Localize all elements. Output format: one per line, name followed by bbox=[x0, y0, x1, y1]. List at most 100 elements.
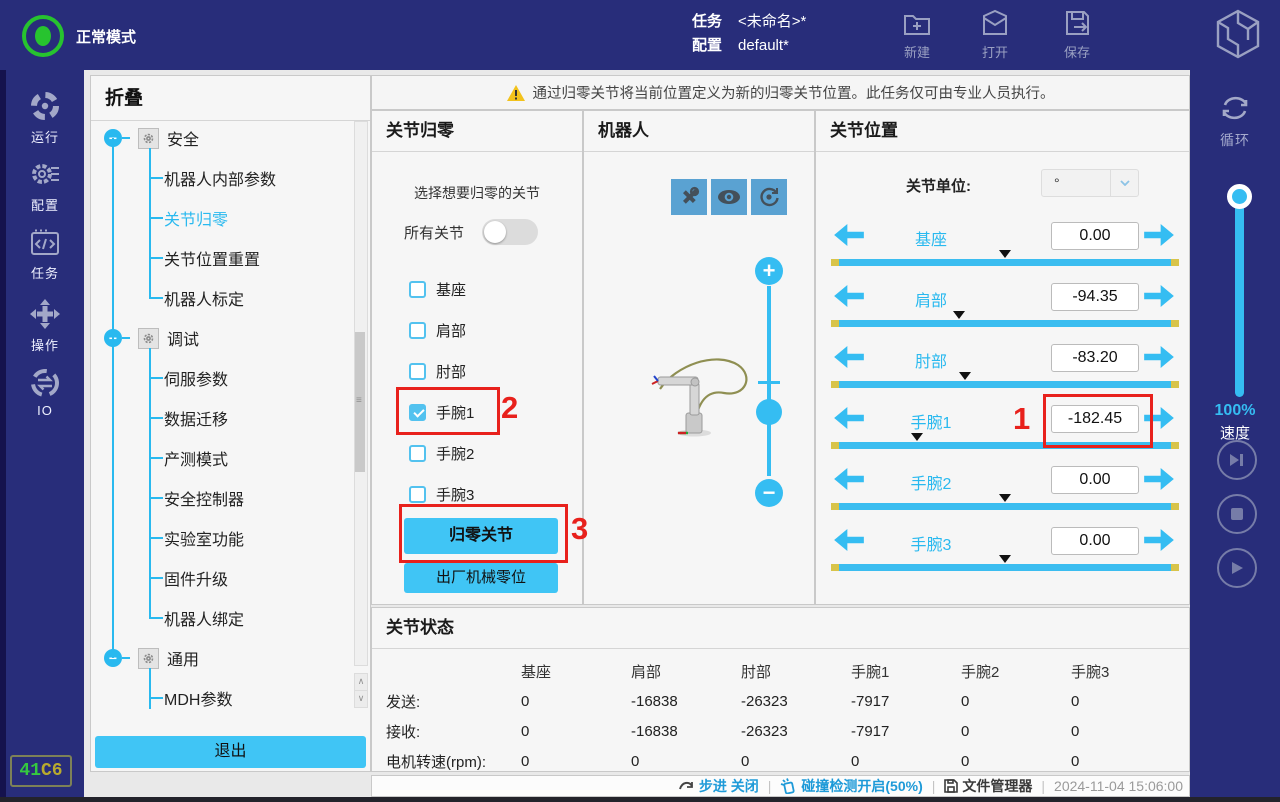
checkbox-unchecked-icon[interactable] bbox=[409, 486, 426, 503]
collapse-header[interactable]: 折叠 bbox=[91, 76, 370, 121]
checkbox-unchecked-icon[interactable] bbox=[409, 322, 426, 339]
joint-slider[interactable] bbox=[831, 259, 1179, 266]
step-mode-item[interactable]: 步进 关闭 bbox=[679, 776, 759, 796]
joint-unit-dropdown[interactable]: ° bbox=[1041, 169, 1139, 197]
tree-scrollbar[interactable] bbox=[354, 121, 368, 666]
zero-joints-button[interactable]: 归零关节 bbox=[404, 518, 558, 554]
speed-slider-handle[interactable] bbox=[1227, 184, 1252, 209]
tree-item-MDH参数[interactable]: MDH参数 bbox=[164, 688, 232, 708]
jog-minus-arrow[interactable] bbox=[834, 224, 864, 248]
tree-item-机器人绑定[interactable]: 机器人绑定 bbox=[164, 608, 244, 628]
joint-name-link[interactable]: 手腕1 bbox=[876, 409, 986, 433]
tree-group-通用[interactable]: − 通用 bbox=[104, 648, 199, 668]
play-button[interactable] bbox=[1217, 548, 1257, 588]
checkbox-checked-icon[interactable] bbox=[409, 404, 426, 421]
joint-checkbox-row-手腕2[interactable]: 手腕2 bbox=[409, 443, 474, 463]
all-joints-toggle[interactable] bbox=[482, 219, 538, 245]
tree-item-关节位置重置[interactable]: 关节位置重置 bbox=[164, 248, 260, 268]
factory-zero-button[interactable]: 出厂机械零位 bbox=[404, 563, 558, 593]
jog-minus-arrow[interactable] bbox=[834, 285, 864, 309]
joint-checkbox-row-肘部[interactable]: 肘部 bbox=[409, 361, 466, 381]
tree-item-固件升级[interactable]: 固件升级 bbox=[164, 568, 228, 588]
joint-value-field[interactable]: 0.00 bbox=[1051, 527, 1139, 555]
joint-slider[interactable] bbox=[831, 564, 1179, 571]
joint-name-link[interactable]: 肘部 bbox=[876, 348, 986, 372]
sidebar-item-run[interactable]: 运行 bbox=[6, 90, 84, 146]
joint-name-link[interactable]: 手腕2 bbox=[876, 470, 986, 494]
zoom-in-button[interactable]: + bbox=[755, 257, 783, 285]
joint-value-field[interactable]: -94.35 bbox=[1051, 283, 1139, 311]
tree-item-数据迁移[interactable]: 数据迁移 bbox=[164, 408, 228, 428]
open-file-icon bbox=[980, 8, 1010, 38]
joint-name-link[interactable]: 肩部 bbox=[876, 287, 986, 311]
robot-visibility-button[interactable] bbox=[711, 179, 747, 215]
tree-item-产测模式[interactable]: 产测模式 bbox=[164, 448, 228, 468]
file-manager-item[interactable]: 文件管理器 bbox=[944, 776, 1032, 796]
zoom-out-button[interactable]: − bbox=[755, 479, 783, 507]
scroll-down-button[interactable]: ∨ bbox=[354, 690, 368, 708]
robot-arm-preview[interactable] bbox=[646, 349, 761, 441]
speed-slider[interactable] bbox=[1235, 192, 1244, 397]
run-icon bbox=[29, 90, 61, 122]
status-column-header: 手腕3 bbox=[1071, 661, 1181, 682]
tree-item-安全控制器[interactable]: 安全控制器 bbox=[164, 488, 244, 508]
stop-button[interactable] bbox=[1217, 494, 1257, 534]
tree-group-安全[interactable]: − 安全 bbox=[104, 128, 199, 148]
jog-plus-arrow[interactable] bbox=[1144, 285, 1174, 309]
joint-slider[interactable] bbox=[831, 503, 1179, 510]
sidebar-item-label: 任务 bbox=[31, 263, 59, 282]
open-button[interactable]: 打开 bbox=[966, 8, 1024, 61]
robot-tools-button[interactable] bbox=[671, 179, 707, 215]
jog-plus-arrow[interactable] bbox=[1144, 468, 1174, 492]
sidebar-item-task[interactable]: 任务 bbox=[6, 228, 84, 282]
loop-icon[interactable] bbox=[1218, 92, 1252, 124]
joint-name-link[interactable]: 基座 bbox=[876, 226, 986, 250]
jog-plus-arrow[interactable] bbox=[1144, 407, 1174, 431]
jog-minus-arrow[interactable] bbox=[834, 529, 864, 553]
device-code-part2: C6 bbox=[41, 761, 63, 781]
jog-minus-arrow[interactable] bbox=[834, 468, 864, 492]
new-button[interactable]: 新建 bbox=[888, 8, 946, 61]
step-next-button[interactable] bbox=[1217, 440, 1257, 480]
joint-value-field[interactable]: -182.45 bbox=[1051, 405, 1139, 433]
joint-name-link[interactable]: 手腕3 bbox=[876, 531, 986, 555]
jog-plus-arrow[interactable] bbox=[1144, 346, 1174, 370]
scroll-up-button[interactable]: ∧ bbox=[354, 673, 368, 691]
sidebar-item-io[interactable]: IO bbox=[6, 368, 84, 418]
jog-plus-arrow[interactable] bbox=[1144, 529, 1174, 553]
joint-value-field[interactable]: 0.00 bbox=[1051, 466, 1139, 494]
tree-item-伺服参数[interactable]: 伺服参数 bbox=[164, 368, 228, 388]
sidebar-item-config[interactable]: 配置 bbox=[6, 158, 84, 214]
jog-minus-arrow[interactable] bbox=[834, 346, 864, 370]
checkbox-unchecked-icon[interactable] bbox=[409, 281, 426, 298]
operate-icon bbox=[29, 298, 61, 330]
tree-item-机器人标定[interactable]: 机器人标定 bbox=[164, 288, 244, 308]
checkbox-unchecked-icon[interactable] bbox=[409, 445, 426, 462]
save-button[interactable]: 保存 bbox=[1048, 8, 1106, 61]
warning-banner: 通过归零关节将当前位置定义为新的归零关节位置。此任务仅可由专业人员执行。 bbox=[371, 75, 1190, 110]
joint-value-field[interactable]: 0.00 bbox=[1051, 222, 1139, 250]
separator: | bbox=[932, 778, 936, 794]
joint-position-title: 关节位置 bbox=[816, 111, 1189, 152]
exit-button[interactable]: 退出 bbox=[95, 736, 366, 768]
collision-detect-item[interactable]: 碰撞检测开启(50%) bbox=[780, 776, 922, 796]
tree-item-机器人内部参数[interactable]: 机器人内部参数 bbox=[164, 168, 276, 188]
tree-group-调试[interactable]: − 调试 bbox=[104, 328, 199, 348]
joint-value-field[interactable]: -83.20 bbox=[1051, 344, 1139, 372]
joint-checkbox-row-基座[interactable]: 基座 bbox=[409, 279, 466, 299]
tree-scrollbar-thumb[interactable] bbox=[355, 332, 365, 472]
checkbox-unchecked-icon[interactable] bbox=[409, 363, 426, 380]
tree-item-实验室功能[interactable]: 实验室功能 bbox=[164, 528, 244, 548]
joint-slider[interactable] bbox=[831, 442, 1179, 449]
joint-slider[interactable] bbox=[831, 320, 1179, 327]
robot-rotate-view-button[interactable] bbox=[751, 179, 787, 215]
view-zoom-handle[interactable] bbox=[756, 399, 782, 425]
tree-item-关节归零[interactable]: 关节归零 bbox=[164, 208, 228, 228]
jog-minus-arrow[interactable] bbox=[834, 407, 864, 431]
joint-checkbox-row-手腕1[interactable]: 手腕1 bbox=[409, 402, 474, 422]
jog-plus-arrow[interactable] bbox=[1144, 224, 1174, 248]
joint-checkbox-row-手腕3[interactable]: 手腕3 bbox=[409, 484, 474, 504]
joint-slider[interactable] bbox=[831, 381, 1179, 388]
joint-checkbox-row-肩部[interactable]: 肩部 bbox=[409, 320, 466, 340]
sidebar-item-operate[interactable]: 操作 bbox=[6, 298, 84, 354]
